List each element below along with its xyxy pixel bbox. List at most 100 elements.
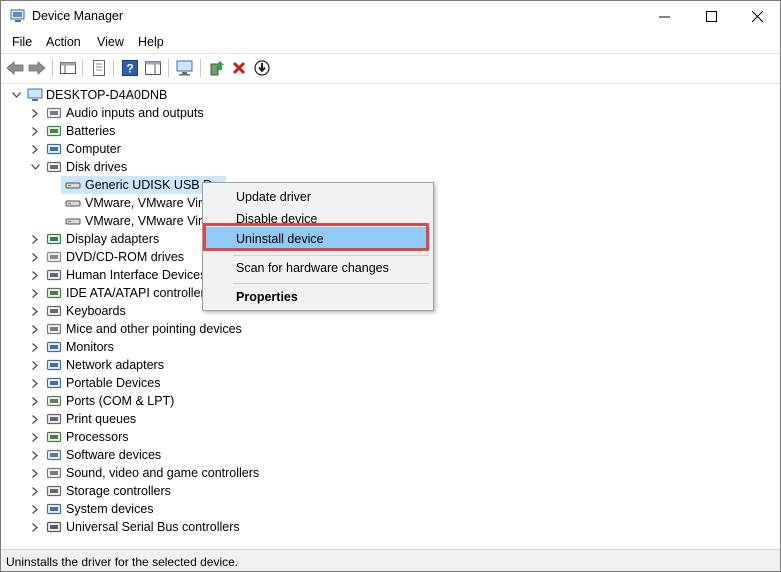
properties-page-icon (93, 60, 105, 76)
tree-category-label: Ports (COM & LPT) (66, 394, 175, 408)
tree-category-row[interactable]: Print queues (1, 410, 780, 428)
processor-icon (46, 431, 62, 443)
help-toolbar-button[interactable]: ? (120, 58, 140, 78)
action-pane-icon (145, 61, 161, 75)
window-title: Device Manager (32, 9, 124, 23)
chevron-right-icon[interactable] (28, 340, 42, 354)
tree-category-row[interactable]: Portable Devices (1, 374, 780, 392)
tree-category-row[interactable]: Universal Serial Bus controllers (1, 518, 780, 536)
forward-button[interactable] (27, 58, 47, 78)
tree-category-row[interactable]: Monitors (1, 338, 780, 356)
chevron-right-icon[interactable] (28, 520, 42, 534)
disk-drive-icon (46, 161, 62, 173)
chevron-right-icon[interactable] (28, 304, 42, 318)
status-text: Uninstalls the driver for the selected d… (6, 555, 239, 569)
chevron-right-icon[interactable] (28, 286, 42, 300)
menu-view[interactable]: View (97, 35, 124, 49)
menu-file[interactable]: File (12, 35, 32, 49)
tree-device-label: VMware, VMware Virtu (85, 214, 213, 228)
maximize-button[interactable] (688, 1, 734, 32)
monitor-icon (46, 341, 62, 353)
title-bar[interactable]: Device Manager (1, 1, 780, 32)
tree-category-label: Print queues (66, 412, 137, 426)
uninstall-device-button[interactable] (229, 58, 249, 78)
chevron-right-icon[interactable] (28, 268, 42, 282)
dvd-icon (46, 251, 62, 263)
properties-toolbar-button[interactable] (89, 58, 109, 78)
tree-category-row[interactable]: Computer (1, 140, 780, 158)
tree-category-row[interactable]: Disk drives (1, 158, 780, 176)
computer-icon (46, 143, 62, 155)
hid-icon (46, 269, 62, 281)
chevron-right-icon[interactable] (28, 376, 42, 390)
scan-hardware-button[interactable] (175, 58, 195, 78)
chevron-right-icon[interactable] (28, 232, 42, 246)
chevron-right-icon[interactable] (28, 466, 42, 480)
tree-category-label: Sound, video and game controllers (66, 466, 260, 480)
chevron-right-icon[interactable] (28, 358, 42, 372)
mouse-icon (46, 323, 62, 335)
tree-category-label: Portable Devices (66, 376, 161, 390)
keyboard-icon (46, 305, 62, 317)
action-pane-button[interactable] (143, 58, 163, 78)
show-hide-console-tree-button[interactable] (58, 58, 78, 78)
down-arrow-circle-icon (254, 60, 270, 76)
menu-help[interactable]: Help (138, 35, 164, 49)
context-menu-properties[interactable]: Properties (203, 286, 433, 308)
chevron-right-icon[interactable] (28, 106, 42, 120)
tree-category-label: Monitors (66, 340, 114, 354)
tree-category-label: System devices (66, 502, 154, 516)
toolbar-separator (82, 59, 83, 77)
toolbar-separator (168, 59, 169, 77)
chevron-right-icon[interactable] (28, 448, 42, 462)
tree-category-row[interactable]: System devices (1, 500, 780, 518)
chevron-right-icon[interactable] (28, 430, 42, 444)
tree-category-label: Network adapters (66, 358, 164, 372)
chevron-right-icon[interactable] (28, 142, 42, 156)
chevron-right-icon[interactable] (28, 322, 42, 336)
chevron-right-icon[interactable] (28, 124, 42, 138)
menu-bar: File Action View Help (1, 32, 780, 53)
tree-category-row[interactable]: Audio inputs and outputs (1, 104, 780, 122)
tree-category-label: Software devices (66, 448, 162, 462)
maximize-icon (705, 11, 717, 22)
context-menu-label: Properties (236, 290, 298, 304)
tree-category-row[interactable]: Mice and other pointing devices (1, 320, 780, 338)
device-manager-window: Device Manager File Action View Help ? D… (0, 0, 781, 572)
tree-category-row[interactable]: Storage controllers (1, 482, 780, 500)
tree-category-row[interactable]: Sound, video and game controllers (1, 464, 780, 482)
back-button[interactable] (5, 58, 25, 78)
context-menu-update-driver[interactable]: Update driver (203, 186, 433, 208)
minimize-button[interactable] (641, 1, 687, 32)
context-menu-label: Update driver (236, 190, 312, 204)
context-menu-scan-hardware[interactable]: Scan for hardware changes (203, 257, 433, 279)
scan-monitor-icon (176, 60, 193, 76)
close-button[interactable] (734, 1, 780, 32)
tree-category-row[interactable]: Network adapters (1, 356, 780, 374)
chevron-right-icon[interactable] (28, 502, 42, 516)
toolbar-separator (113, 59, 114, 77)
menu-action[interactable]: Action (46, 35, 81, 49)
chevron-right-icon[interactable] (28, 250, 42, 264)
tree-category-label: Storage controllers (66, 484, 171, 498)
help-icon: ? (122, 60, 138, 76)
tree-category-row[interactable]: Software devices (1, 446, 780, 464)
context-menu-label: Scan for hardware changes (236, 261, 389, 275)
speaker-icon (46, 107, 62, 119)
tree-root-row[interactable]: DESKTOP-D4A0DNB (1, 86, 780, 104)
chevron-down-icon[interactable] (28, 160, 42, 174)
toolbar-separator (200, 59, 201, 77)
chevron-down-icon[interactable] (9, 88, 23, 102)
chevron-right-icon[interactable] (28, 412, 42, 426)
update-driver-button[interactable] (207, 58, 227, 78)
chevron-right-icon[interactable] (28, 484, 42, 498)
tree-category-label: Display adapters (66, 232, 160, 246)
tree-category-row[interactable]: Processors (1, 428, 780, 446)
tree-category-row[interactable]: Batteries (1, 122, 780, 140)
disable-device-button[interactable] (252, 58, 272, 78)
chevron-right-icon[interactable] (28, 394, 42, 408)
ide-controller-icon (46, 287, 62, 299)
status-bar: Uninstalls the driver for the selected d… (1, 549, 780, 571)
tree-category-row[interactable]: Ports (COM & LPT) (1, 392, 780, 410)
tree-category-label: IDE ATA/ATAPI controllers (66, 286, 211, 300)
